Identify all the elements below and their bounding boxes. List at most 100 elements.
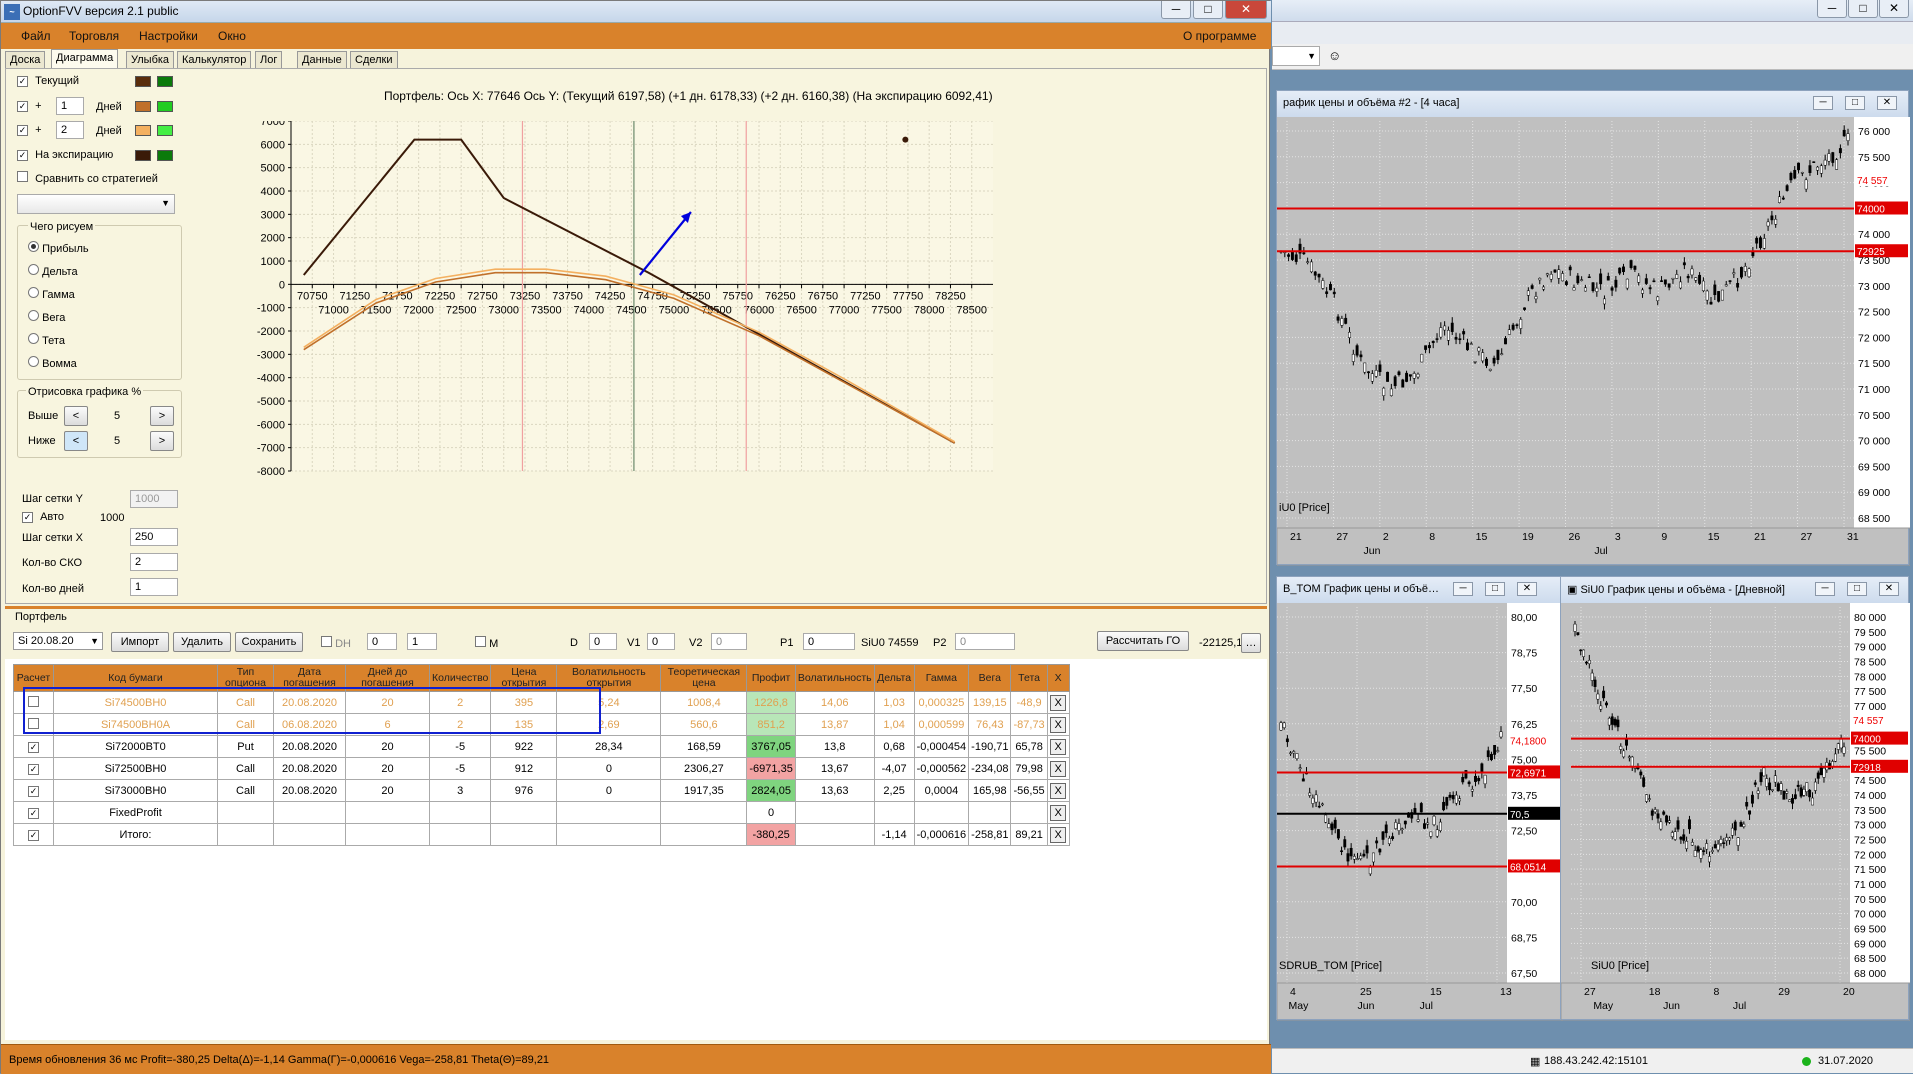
column-header[interactable]: Теоретическая цена — [660, 664, 748, 692]
day2-color-swatch[interactable] — [135, 125, 151, 136]
win2-price-plot[interactable]: 80,0078,7577,5076,2575,0073,7572,5071,25… — [1277, 603, 1563, 1021]
expiry-checkbox[interactable]: ✓ — [17, 150, 28, 161]
column-header[interactable]: Профит — [746, 664, 796, 692]
win2-max-button[interactable]: □ — [1485, 582, 1505, 596]
tab-diagram[interactable]: Диаграмма — [51, 49, 119, 69]
day1-checkbox[interactable]: ✓ — [17, 101, 28, 112]
row-checkbox[interactable]: ✓ — [28, 785, 39, 797]
win1-price-plot[interactable]: 76 00075 50075 00074 50074 00073 50073 0… — [1277, 117, 1910, 566]
series-select[interactable]: Si 20.08.20 ▼ — [13, 632, 103, 650]
delete-row-button[interactable]: X — [1050, 694, 1067, 711]
radio-theta[interactable]: Тета — [28, 333, 65, 347]
day1-color-swatch[interactable] — [135, 101, 151, 112]
win2-min-button[interactable]: ─ — [1453, 582, 1473, 596]
column-header[interactable]: Гамма — [913, 664, 970, 692]
delete-button[interactable]: Удалить — [173, 632, 231, 652]
v2-input[interactable]: 0 — [711, 633, 747, 650]
win3-close-button[interactable]: ✕ — [1879, 582, 1899, 596]
delete-row-button[interactable]: X — [1050, 738, 1067, 755]
dh-spin2[interactable]: 1 — [407, 633, 437, 650]
win1-max-button[interactable]: □ — [1845, 96, 1865, 110]
gridy-input[interactable]: 1000 — [130, 490, 178, 508]
calc-go-button[interactable]: Рассчитать ГО — [1097, 631, 1189, 651]
m-checkbox[interactable] — [475, 636, 486, 647]
tab-deals[interactable]: Сделки — [350, 51, 398, 69]
win1-close-button[interactable]: ✕ — [1877, 96, 1897, 110]
radio-vega[interactable]: Вега — [28, 310, 65, 324]
above-dec-button[interactable]: < — [64, 406, 88, 426]
menu-file[interactable]: Файл — [21, 29, 51, 43]
tab-board[interactable]: Доска — [5, 51, 46, 69]
right-maximize-button[interactable]: □ — [1848, 0, 1878, 18]
day2-checkbox[interactable]: ✓ — [17, 125, 28, 136]
table-row[interactable]: ✓ FixedProfit 0 X — [13, 801, 1070, 824]
below-inc-button[interactable]: > — [150, 431, 174, 451]
column-header[interactable]: Вега — [968, 664, 1012, 692]
expiry-color2-swatch[interactable] — [157, 150, 173, 161]
dh-checkbox[interactable] — [321, 636, 332, 647]
tab-calculator[interactable]: Калькулятор — [177, 51, 252, 69]
minimize-button[interactable]: ─ — [1161, 1, 1191, 19]
win1-min-button[interactable]: ─ — [1813, 96, 1833, 110]
gridx-input[interactable]: 250 — [130, 528, 178, 546]
table-row[interactable]: ✓ Si72000BT0 Put 20.08.2020 20 -5 922 28,34 168,… — [13, 735, 1070, 758]
table-row[interactable]: ✓ Итого: -380,25 -1,14 -0,000616 -258,81 89,21… — [13, 823, 1070, 846]
menu-settings[interactable]: Настройки — [139, 29, 198, 43]
user-icon[interactable]: ☺ — [1328, 48, 1341, 63]
win3-min-button[interactable]: ─ — [1815, 582, 1835, 596]
current-checkbox[interactable]: ✓ — [17, 76, 28, 87]
column-header[interactable]: X — [1046, 664, 1070, 692]
strategy-dropdown[interactable]: ▼ — [17, 194, 175, 214]
sko-input[interactable]: 2 — [130, 553, 178, 571]
save-button[interactable]: Сохранить — [235, 632, 303, 652]
tab-data[interactable]: Данные — [297, 51, 347, 69]
table-row[interactable]: ✓ Si72500BH0 Call 20.08.2020 20 -5 912 0 2306,27… — [13, 757, 1070, 780]
dh-spin1[interactable]: 0 — [367, 633, 397, 650]
radio-profit[interactable]: Прибыль — [28, 241, 89, 255]
radio-delta[interactable]: Дельта — [28, 264, 78, 278]
row-checkbox[interactable]: ✓ — [28, 807, 39, 819]
expiry-color-swatch[interactable] — [135, 150, 151, 161]
delete-row-button[interactable]: X — [1050, 826, 1067, 843]
radio-vomma[interactable]: Вомма — [28, 356, 77, 370]
win3-price-plot[interactable]: 80 000 79 500 79 000 78 500 78 000 77 500 77 0… — [1561, 603, 1910, 1021]
right-close-button[interactable]: ✕ — [1879, 0, 1909, 18]
day2-input[interactable]: 2 — [56, 121, 84, 139]
below-dec-button[interactable]: < — [64, 431, 88, 451]
close-button[interactable]: ✕ — [1225, 1, 1267, 19]
days-count-input[interactable]: 1 — [130, 578, 178, 596]
delete-row-button[interactable]: X — [1050, 716, 1067, 733]
menu-trade[interactable]: Торговля — [69, 29, 119, 43]
above-inc-button[interactable]: > — [150, 406, 174, 426]
profit-chart[interactable]: 7000 6000 5000 4000 3000 2000 1000 0 -1000 -2000 -… — [241, 121, 1241, 591]
d-input[interactable]: 0 — [589, 633, 617, 650]
delete-row-button[interactable]: X — [1050, 804, 1067, 821]
day1-input[interactable]: 1 — [56, 97, 84, 115]
table-row[interactable]: ✓ Si73000BH0 Call 20.08.2020 20 3 976 0 1917,35 2… — [13, 779, 1070, 802]
maximize-button[interactable]: □ — [1193, 1, 1223, 19]
right-minimize-button[interactable]: ─ — [1817, 0, 1847, 18]
tab-smile[interactable]: Улыбка — [126, 51, 175, 69]
column-header[interactable]: Волатильность — [794, 664, 875, 692]
p1-input[interactable]: 0 — [803, 633, 855, 650]
row-checkbox[interactable]: ✓ — [28, 829, 39, 841]
delete-row-button[interactable]: X — [1050, 782, 1067, 799]
current-color2-swatch[interactable] — [157, 76, 173, 87]
row-checkbox[interactable]: ✓ — [28, 741, 39, 753]
menu-window[interactable]: Окно — [218, 29, 246, 43]
right-combo[interactable]: ▼ — [1272, 46, 1320, 66]
import-button[interactable]: Импорт — [111, 632, 169, 652]
win2-close-button[interactable]: ✕ — [1517, 582, 1537, 596]
win3-max-button[interactable]: □ — [1847, 582, 1867, 596]
column-header[interactable]: Дельта — [873, 664, 915, 692]
more-button[interactable]: … — [1241, 633, 1261, 653]
auto-checkbox[interactable]: ✓ — [22, 512, 33, 523]
day1-color2-swatch[interactable] — [157, 101, 173, 112]
compare-checkbox[interactable] — [17, 171, 28, 182]
delete-row-button[interactable]: X — [1050, 760, 1067, 777]
day2-color2-swatch[interactable] — [157, 125, 173, 136]
menu-about[interactable]: О программе — [1183, 29, 1256, 43]
v1-input[interactable]: 0 — [647, 633, 675, 650]
current-color-swatch[interactable] — [135, 76, 151, 87]
p2-input[interactable]: 0 — [955, 633, 1015, 650]
